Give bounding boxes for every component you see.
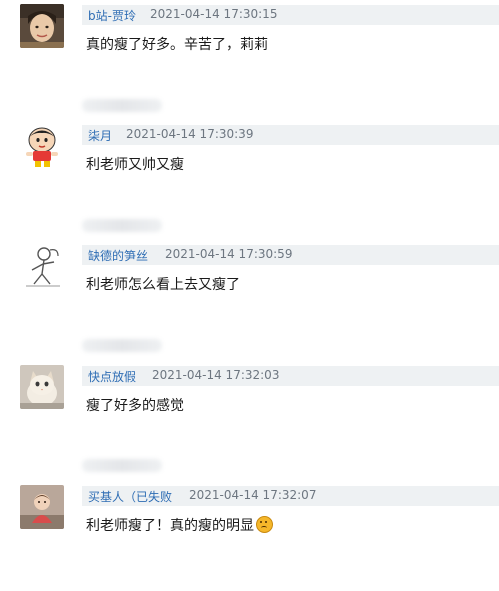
blurred-row: [82, 459, 162, 472]
comment-item: 快点放假 2021-04-14 17:32:03 瘦了好多的感觉: [0, 361, 499, 471]
child-photo-avatar[interactable]: [20, 485, 64, 529]
username-link[interactable]: 柒月: [88, 127, 112, 144]
timestamp: 2021-04-14 17:32:03: [152, 368, 280, 382]
username-link[interactable]: b站-贾玲: [88, 7, 136, 24]
blurred-row: [82, 339, 162, 352]
comment-meta-bar: b站-贾玲 2021-04-14 17:30:15: [82, 5, 499, 25]
comment-text: 真的瘦了好多。辛苦了，莉莉: [86, 37, 268, 53]
comment-text-row: 利老师瘦了！真的瘦的明显: [86, 515, 273, 535]
comment-meta-bar: 快点放假 2021-04-14 17:32:03: [82, 366, 499, 386]
username-link[interactable]: 缺德的笋丝: [88, 247, 148, 264]
comment-meta-bar: 柒月 2021-04-14 17:30:39: [82, 125, 499, 145]
blurred-row: [82, 219, 162, 232]
blurred-row: [82, 99, 162, 112]
comment-item: 缺德的笋丝 2021-04-14 17:30:59 利老师怎么看上去又瘦了: [0, 240, 499, 350]
comment-meta-bar: 缺德的笋丝 2021-04-14 17:30:59: [82, 245, 499, 265]
timestamp: 2021-04-14 17:30:59: [165, 247, 293, 261]
username-link[interactable]: 快点放假: [88, 368, 136, 385]
comment-text: 瘦了好多的感觉: [86, 398, 184, 414]
username-link[interactable]: 买基人（已失败: [88, 488, 172, 505]
cat-photo-avatar[interactable]: [20, 365, 64, 409]
timestamp: 2021-04-14 17:30:15: [150, 7, 278, 21]
sad-face-emoji-icon: [256, 516, 273, 533]
comment-meta-bar: 买基人（已失败 2021-04-14 17:32:07: [82, 486, 499, 506]
comment-item: b站-贾玲 2021-04-14 17:30:15 真的瘦了好多。辛苦了，莉莉: [0, 0, 499, 110]
comment-text: 利老师又帅又瘦: [86, 157, 184, 173]
comment-text: 利老师怎么看上去又瘦了: [86, 277, 240, 293]
sketch-figure-avatar[interactable]: [20, 244, 64, 288]
comment-item: 买基人（已失败 2021-04-14 17:32:07 利老师瘦了！真的瘦的明显: [0, 481, 499, 591]
timestamp: 2021-04-14 17:30:39: [126, 127, 254, 141]
timestamp: 2021-04-14 17:32:07: [189, 488, 317, 502]
comment-text: 利老师瘦了！真的瘦的明显: [86, 518, 254, 534]
cartoon-boy-avatar[interactable]: [20, 124, 64, 168]
comment-item: 柒月 2021-04-14 17:30:39 利老师又帅又瘦: [0, 120, 499, 230]
woman-photo-avatar[interactable]: [20, 4, 64, 48]
